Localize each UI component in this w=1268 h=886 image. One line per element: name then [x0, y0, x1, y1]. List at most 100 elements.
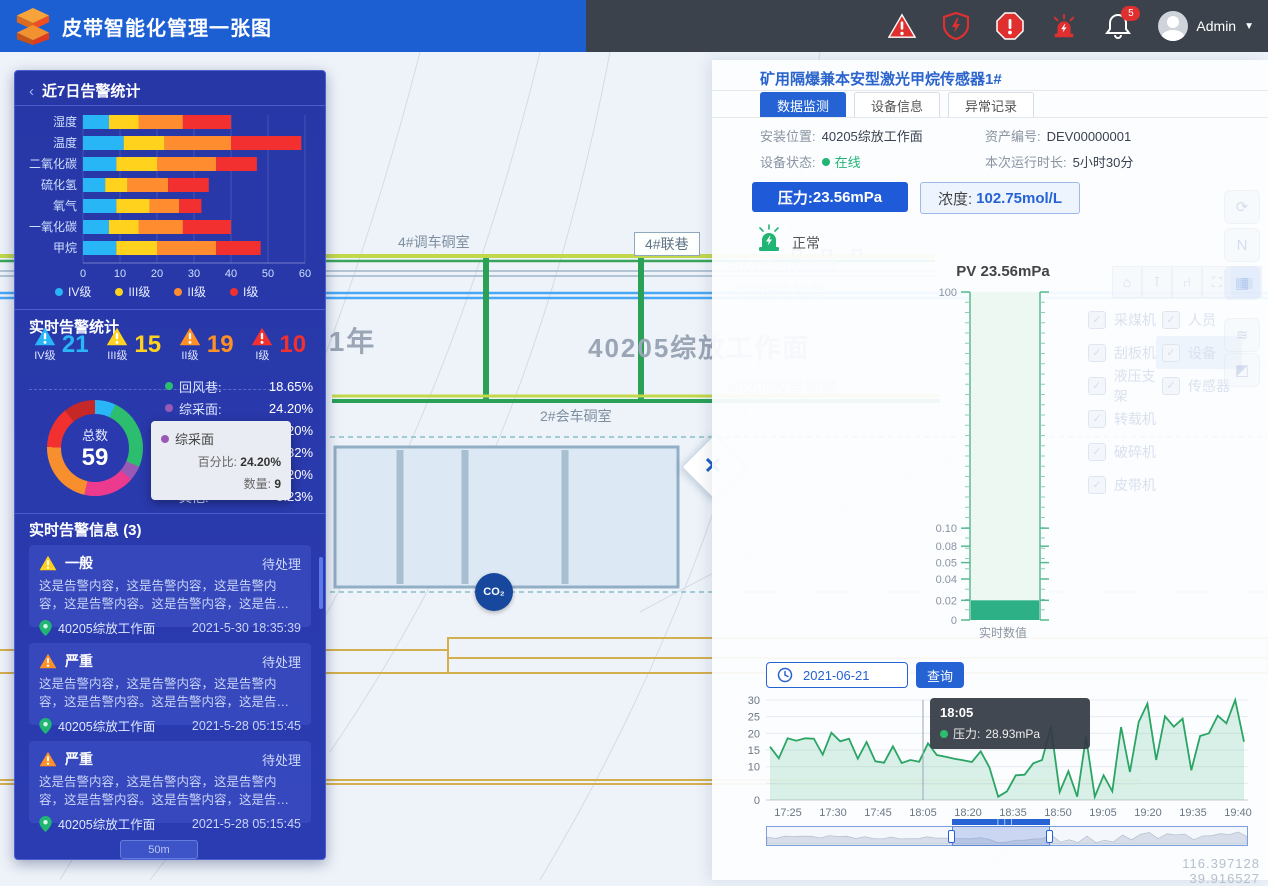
datazoom-window[interactable] [952, 826, 1050, 846]
alarm-level-stat: I级10 [243, 327, 316, 363]
legend-dot [55, 288, 63, 296]
line-chart-tooltip: 18:05 压力: 28.93mPa [930, 698, 1090, 749]
divider [15, 513, 325, 514]
home-icon[interactable]: ⌂ [1112, 266, 1142, 298]
svg-text:0: 0 [80, 268, 86, 280]
pressure-gauge-chart: 1000.100.080.050.040.020 [908, 282, 1098, 632]
concentration-chip[interactable]: 浓度:102.75mol/L [920, 182, 1080, 214]
divider [712, 90, 1268, 91]
top-header: 皮带智能化管理一张图 5 Admin ▼ [0, 0, 1268, 52]
filter-label: 采煤机 [1114, 310, 1156, 330]
refresh-icon[interactable]: ⟳ [1224, 190, 1260, 224]
warning-triangle-icon[interactable] [888, 12, 916, 40]
shield-alert-icon[interactable] [942, 12, 970, 40]
back-chevron-icon[interactable]: ‹ [29, 83, 34, 100]
donut-legend-row[interactable]: 回风巷:18.65% [165, 375, 313, 397]
alarm-severity: 一般 [65, 553, 93, 573]
tab-exception-log[interactable]: 异常记录 [948, 92, 1034, 118]
chart-icon[interactable]: ⑁ [1172, 266, 1202, 298]
datazoom-left-handle[interactable] [948, 830, 955, 843]
legend-item[interactable]: III级 [115, 283, 150, 300]
level-count: 15 [134, 331, 161, 359]
chevron-down-icon: ▼ [1244, 21, 1254, 32]
level-label: I级 [255, 347, 269, 363]
query-button[interactable]: 查询 [916, 662, 964, 688]
stop-alert-icon[interactable] [996, 12, 1024, 40]
svg-text:0.08: 0.08 [936, 541, 957, 553]
checkbox-checked-icon: ✓ [1162, 344, 1180, 362]
app-logo-icon [14, 7, 52, 45]
alarm-content: 这是告警内容，这是告警内容，这是告警内容，这是告警内容。这是告警内容，这是告警内… [39, 773, 301, 809]
svg-text:硫化氢: 硫化氢 [41, 177, 77, 192]
runtime-field: 本次运行时长:5小时30分 [985, 152, 1133, 171]
tab-underline [712, 117, 1268, 118]
location-pin-icon [39, 816, 52, 832]
device-status-field: 设备状态:在线 [760, 152, 861, 171]
severity-icon [39, 751, 57, 767]
alarm-status: 待处理 [262, 652, 301, 671]
datazoom-grip-icon[interactable]: ❘❘❘ [995, 818, 1016, 826]
alarm-level-stat: III级15 [98, 327, 171, 363]
online-status-dot [822, 158, 830, 166]
donut-legend-row[interactable]: 综采面:24.20% [165, 397, 313, 419]
svg-text:19:05: 19:05 [1089, 807, 1117, 819]
status-lamp-row: 正常 [754, 223, 820, 253]
level-warning-icon [34, 327, 56, 346]
donut-tooltip: 综采面 百分比: 24.20% 数量: 9 [151, 421, 291, 500]
alarm-card[interactable]: 严重待处理这是告警内容，这是告警内容，这是告警内容，这是告警内容。这是告警内容，… [29, 741, 311, 823]
legend-dot [165, 382, 173, 390]
tab-device-info[interactable]: 设备信息 [854, 92, 940, 118]
shapes-icon[interactable]: ◩ [1224, 353, 1260, 387]
alarm-list: 一般待处理这是告警内容，这是告警内容，这是告警内容，这是告警内容。这是告警内容，… [29, 545, 311, 839]
gauge-axis-label: 实时数值 [903, 624, 1103, 641]
date-value: 2021-06-21 [803, 668, 870, 683]
alarm-level-stat: II级19 [170, 327, 243, 363]
filter-label: 转载机 [1114, 409, 1156, 429]
panel-title-realtime-alarms: 实时告警信息 (3) [29, 519, 142, 540]
svg-text:甲烷: 甲烷 [53, 241, 77, 255]
alarm-level-stats: IV级21III级15II级19I级10 [25, 327, 315, 363]
toolbox-icon[interactable]: ▦ [1224, 266, 1260, 300]
svg-text:19:40: 19:40 [1224, 807, 1252, 819]
alarm-severity: 严重 [65, 651, 93, 671]
svg-text:20: 20 [748, 728, 760, 740]
svg-text:20: 20 [151, 268, 163, 280]
legend-item[interactable]: IV级 [55, 283, 91, 300]
bar-chart-legend: IV级 III级 II级 I级 [55, 283, 258, 300]
alarm-card[interactable]: 严重待处理这是告警内容，这是告警内容，这是告警内容，这是告警内容。这是告警内容，… [29, 643, 311, 725]
svg-text:17:45: 17:45 [864, 807, 892, 819]
user-menu[interactable]: Admin ▼ [1158, 11, 1254, 41]
donut-center: 总数 59 [61, 414, 129, 482]
divider [15, 309, 325, 310]
svg-text:10: 10 [114, 268, 126, 280]
install-location-field: 安装位置:40205综放工作面 [760, 126, 923, 145]
svg-text:0.04: 0.04 [936, 574, 957, 586]
siren-alert-icon[interactable] [1050, 12, 1078, 40]
filter-label: 刮板机 [1114, 343, 1156, 363]
ruler-icon[interactable]: ⊺ [1142, 266, 1172, 298]
legend-item[interactable]: II级 [174, 283, 206, 300]
tooltip-label: 压力: [953, 725, 980, 742]
tooltip-time: 18:05 [940, 705, 1080, 720]
co2-sensor-marker[interactable]: CO₂ [475, 573, 513, 611]
checkbox-checked-icon: ✓ [1162, 311, 1180, 329]
filter-label: 破碎机 [1114, 442, 1156, 462]
datazoom-right-handle[interactable] [1046, 830, 1053, 843]
level-count: 21 [62, 331, 89, 359]
alarm-list-scrollbar[interactable] [319, 557, 323, 609]
date-picker[interactable]: 2021-06-21 [766, 662, 908, 688]
legend-item[interactable]: I级 [230, 283, 258, 300]
svg-text:氧气: 氧气 [53, 198, 77, 213]
tab-data-monitor[interactable]: 数据监测 [760, 92, 846, 118]
filter-label: 人员 [1188, 310, 1216, 330]
pressure-chip[interactable]: 压力:23.56mPa [752, 182, 908, 212]
notification-bell-icon[interactable]: 5 [1104, 12, 1132, 40]
map-label: 4#调车硐室 [398, 232, 470, 252]
alarm-card[interactable]: 一般待处理这是告警内容，这是告警内容，这是告警内容，这是告警内容。这是告警内容，… [29, 545, 311, 627]
svg-text:0.02: 0.02 [936, 595, 957, 607]
seven-day-alarm-bar-chart: 0102030405060湿度温度二氧化碳硫化氢氧气一氧化碳甲烷 [21, 111, 319, 281]
layers-icon[interactable]: ≋ [1224, 318, 1260, 352]
clock-icon [777, 667, 793, 683]
compass-north-icon[interactable]: N [1224, 228, 1260, 262]
map-scale-bar: 50m [120, 840, 198, 859]
